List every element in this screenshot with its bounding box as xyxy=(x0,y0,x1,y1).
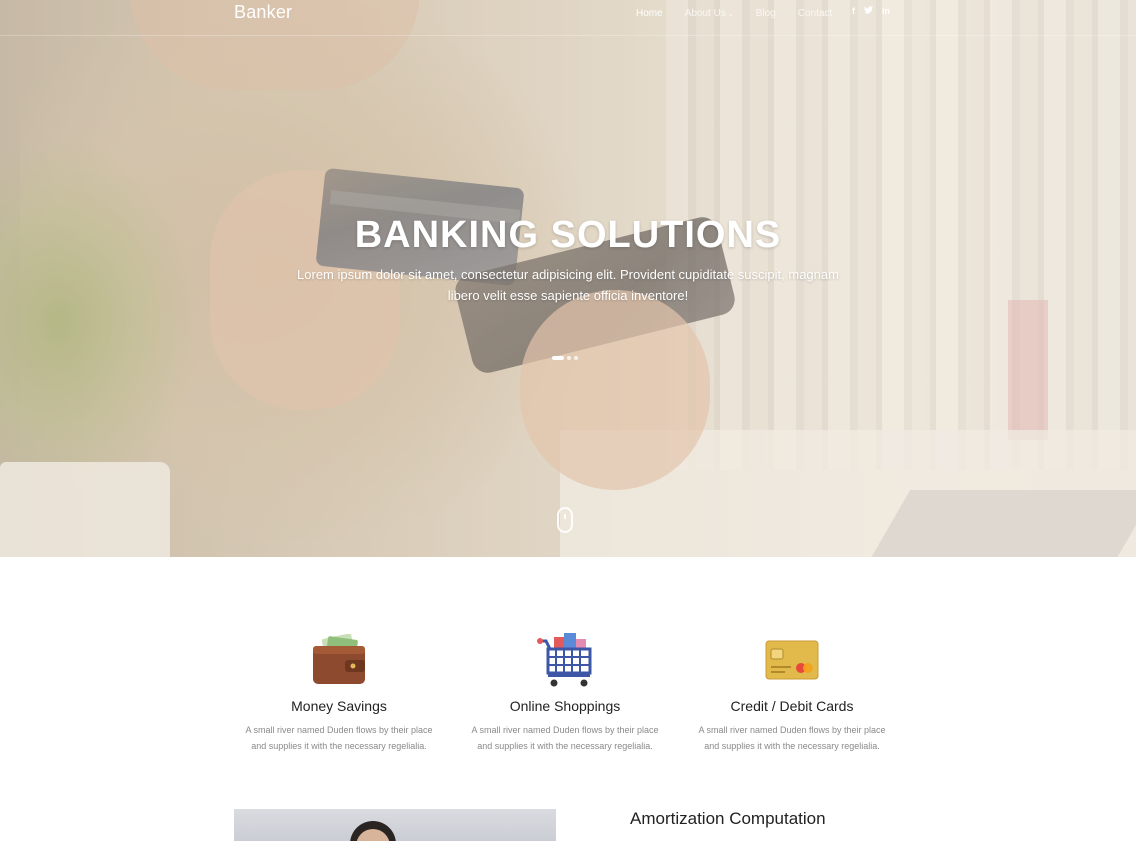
mouse-wheel xyxy=(564,514,566,519)
nav-menu: Home About Us ⌄ Blog Contact xyxy=(636,8,854,19)
feature-online-shoppings: Online Shoppings A small river named Dud… xyxy=(465,630,665,754)
feature-description: A small river named Duden flows by their… xyxy=(471,725,659,751)
feature-description: A small river named Duden flows by their… xyxy=(698,725,886,751)
twitter-icon[interactable] xyxy=(864,6,873,16)
feature-title: Money Savings xyxy=(291,698,387,714)
brand-logo[interactable]: Banker xyxy=(234,2,292,23)
slider-dot-1[interactable] xyxy=(552,356,564,360)
credit-card-icon xyxy=(692,630,892,690)
feature-title: Credit / Debit Cards xyxy=(730,698,854,714)
advisor-photo xyxy=(234,809,556,841)
feature-description: A small river named Duden flows by their… xyxy=(245,725,433,751)
wallet-icon xyxy=(239,630,439,690)
section-title: Amortization Computation xyxy=(630,809,826,828)
nav-item-contact[interactable]: Contact xyxy=(798,8,832,19)
hero-subtitle: Lorem ipsum dolor sit amet, consectetur … xyxy=(297,267,839,303)
feature-credit-debit-cards: Credit / Debit Cards A small river named… xyxy=(692,630,892,754)
chevron-down-icon: ⌄ xyxy=(727,11,734,18)
facebook-icon[interactable]: f xyxy=(852,6,855,16)
nav-item-about-us[interactable]: About Us ⌄ xyxy=(685,8,734,19)
slider-dot-2[interactable] xyxy=(567,356,571,360)
nav-item-about-us-label: About Us xyxy=(684,8,726,19)
slider-dot-3[interactable] xyxy=(574,356,578,360)
top-navbar: Banker Home About Us ⌄ Blog Contact f in xyxy=(0,0,1136,36)
scroll-down-mouse-icon[interactable] xyxy=(557,507,573,533)
slider-dots xyxy=(552,356,581,360)
nav-item-blog[interactable]: Blog xyxy=(756,8,776,19)
feature-title: Online Shoppings xyxy=(509,698,621,714)
shopping-cart-icon xyxy=(465,630,665,690)
nav-item-home[interactable]: Home xyxy=(636,8,663,19)
linkedin-icon[interactable]: in xyxy=(882,6,890,16)
hero-title: BANKING SOLUTIONS xyxy=(354,214,782,256)
social-links: f in xyxy=(852,6,899,16)
feature-money-savings: Money Savings A small river named Duden … xyxy=(239,630,439,754)
